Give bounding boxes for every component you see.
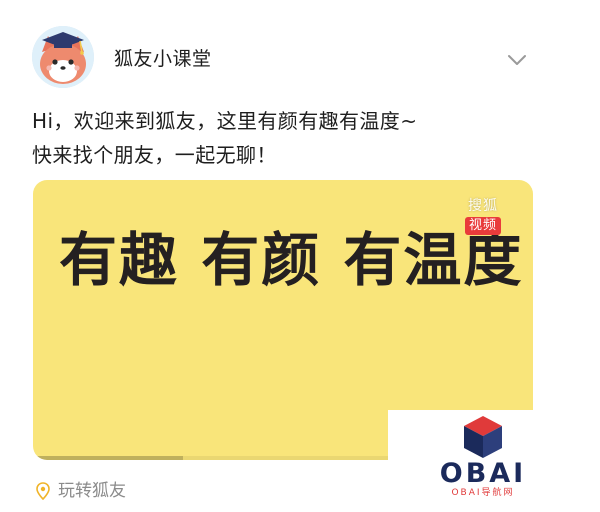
post-text-line: Hi，欢迎来到狐友，这里有颜有趣有温度~: [32, 109, 418, 133]
obai-logo: OBAI OBAI导航网: [388, 410, 578, 502]
video-progress-fill: [33, 456, 183, 460]
location-pin-icon: [36, 482, 50, 500]
sohu-video-watermark: 搜狐 视频: [461, 198, 505, 242]
fox-avatar-icon[interactable]: [32, 26, 94, 88]
chevron-down-icon[interactable]: [507, 54, 527, 66]
post-header: 狐友小课堂: [32, 26, 552, 92]
brand-subtitle: OBAI导航网: [451, 488, 515, 498]
post-text-line: 快来找个朋友，一起无聊！: [32, 143, 277, 167]
brand-text: OBAI: [439, 458, 527, 489]
watermark-label: 视频: [464, 217, 501, 235]
watermark-brand: 搜狐: [468, 198, 498, 214]
cube-logo-icon: [464, 416, 502, 458]
location-label: 玩转狐友: [58, 481, 126, 501]
post-body: Hi，欢迎来到狐友，这里有颜有趣有温度~ 快来找个朋友，一起无聊！: [32, 104, 572, 172]
video-tagline: 有趣 有颜 有温度: [59, 226, 524, 294]
account-name[interactable]: 狐友小课堂: [114, 48, 212, 70]
